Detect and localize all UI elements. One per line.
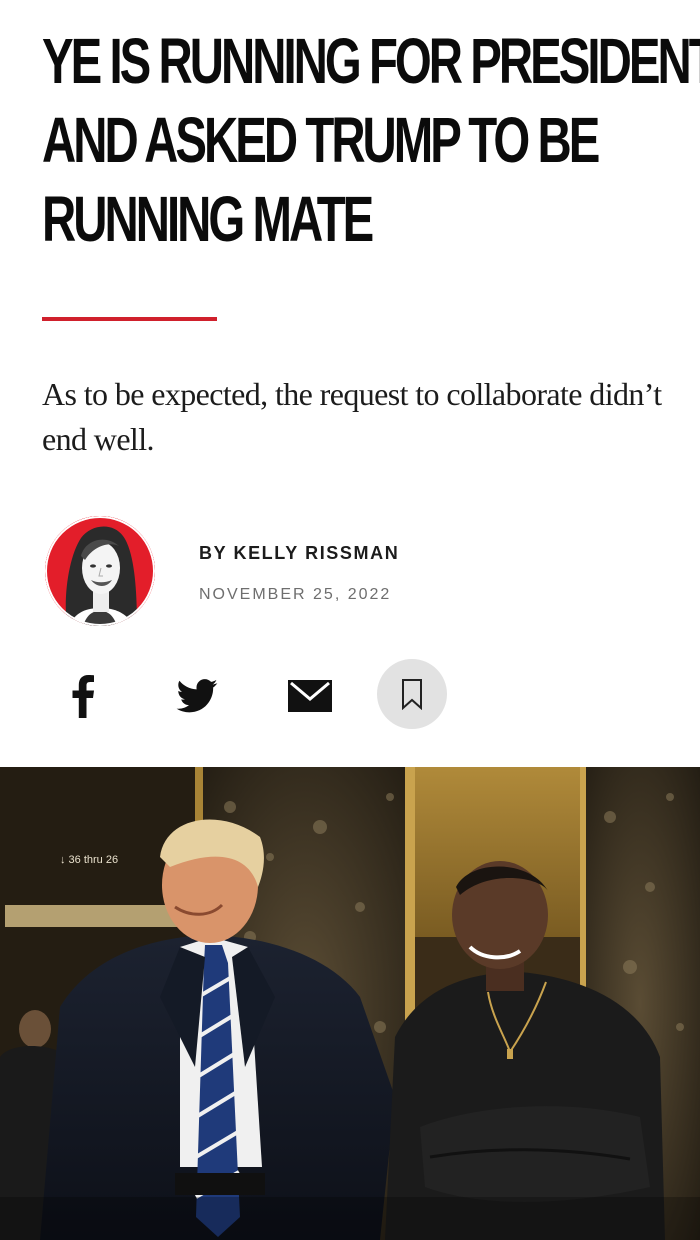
author-portrait-icon xyxy=(45,516,155,626)
share-email-button[interactable] xyxy=(284,668,336,724)
author-byline[interactable]: BY KELLY RISSMAN xyxy=(199,543,399,564)
headline-divider xyxy=(42,317,217,321)
headline-line: AND ASKED TRUMP TO BE xyxy=(42,104,600,176)
publish-date: NOVEMBER 25, 2022 xyxy=(199,586,392,603)
share-twitter-button[interactable] xyxy=(170,668,224,724)
author-avatar[interactable] xyxy=(45,516,155,626)
share-facebook-button[interactable] xyxy=(60,668,106,724)
hero-photo-image: ↓ 36 thru 26 xyxy=(0,767,700,1240)
article-dek: As to be expected, the request to collab… xyxy=(42,376,662,457)
hero-photo: ↓ 36 thru 26 xyxy=(0,767,700,1240)
mail-icon xyxy=(288,680,332,712)
bookmark-icon xyxy=(402,679,422,710)
bookmark-button[interactable] xyxy=(377,659,447,729)
article-headline: YE IS RUNNING FOR PRESIDENT AND ASKED TR… xyxy=(42,22,700,259)
facebook-icon xyxy=(72,675,94,718)
headline-line: YE IS RUNNING FOR PRESIDENT xyxy=(42,25,700,97)
twitter-icon xyxy=(176,679,218,713)
headline-line: RUNNING MATE xyxy=(42,183,374,255)
elevator-sign: ↓ 36 thru 26 xyxy=(60,854,118,866)
